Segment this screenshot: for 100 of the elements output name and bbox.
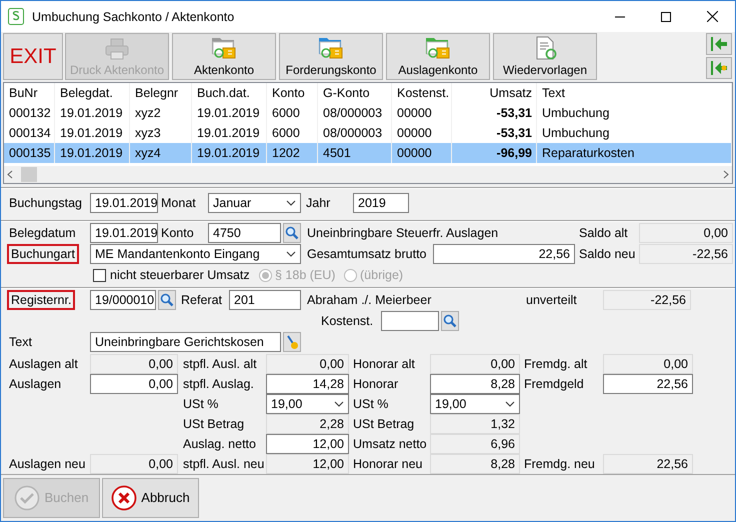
toolbar-button[interactable]: Auslagenkonto: [386, 33, 490, 80]
amount-field[interactable]: 22,56: [603, 374, 693, 394]
amount-field[interactable]: 0,00: [90, 374, 178, 394]
table-cell: Reparaturkosten: [537, 143, 732, 163]
field-label: Monat: [161, 196, 197, 210]
booking-type-select[interactable]: ME Mandantenkonto Eingang: [90, 244, 301, 264]
field-label: Fremdgeld: [523, 376, 585, 393]
chevron-icon: [286, 200, 296, 206]
field-label: Referat: [181, 293, 223, 308]
jump-start-button[interactable]: [706, 33, 732, 55]
table-cell: 00000: [392, 143, 452, 163]
close-icon: [111, 484, 138, 511]
field-label: Honorar alt: [352, 356, 416, 373]
field-label: stpfl. Ausl. alt: [182, 356, 258, 373]
field-label: Registernr.: [7, 290, 76, 310]
amount-field[interactable]: 22,56: [433, 244, 575, 264]
folder-euro-icon: [317, 35, 345, 61]
field-label: Belegdatum: [9, 226, 77, 240]
search-icon: [285, 226, 299, 240]
amount-field[interactable]: 14,28: [266, 374, 349, 394]
checkbox[interactable]: [93, 268, 106, 282]
horizontal-scrollbar[interactable]: [4, 166, 732, 183]
radio-label: § 18b (EU): [275, 268, 336, 282]
key-icon: [285, 334, 299, 350]
folder-euro-icon: [424, 35, 452, 61]
search-button[interactable]: [158, 290, 176, 310]
referat-field[interactable]: 201: [229, 290, 301, 310]
field-label: stpfl. Auslag.: [182, 376, 255, 393]
toolbar-button[interactable]: Forderungskonto: [279, 33, 383, 80]
app-icon: [8, 8, 24, 25]
folder-euro-icon: [210, 35, 238, 61]
chevron-icon: [286, 251, 296, 258]
field-label: Honorar neu: [352, 456, 424, 473]
search-button[interactable]: [283, 223, 301, 244]
field-label: Buchungart: [7, 244, 79, 264]
arrow-left-icon: [710, 36, 728, 52]
amount-display: 0,00: [90, 454, 178, 474]
search-button[interactable]: [441, 311, 459, 332]
account-field[interactable]: 4750: [208, 223, 281, 244]
toolbar-button[interactable]: Aktenkonto: [172, 33, 276, 80]
date-field[interactable]: 19.01.2019: [90, 193, 158, 214]
field-label: Text: [9, 335, 33, 350]
table-cell: 000135: [4, 143, 55, 163]
amount-display: 1,32: [430, 414, 520, 434]
exit-button[interactable]: EXIT: [3, 33, 63, 80]
scroll-thumb[interactable]: [21, 166, 37, 182]
radio-label: (übrige): [360, 268, 404, 282]
search-icon: [443, 314, 457, 328]
field-label: Auslagen alt: [9, 356, 79, 373]
amount-display: 6,96: [430, 434, 520, 454]
toolbar-button[interactable]: Wiedervorlagen: [493, 33, 597, 80]
field-label: Auslagen: [9, 376, 62, 393]
field-label: Gesamtumsatz brutto: [307, 247, 428, 262]
table-cell: 4501: [318, 143, 392, 163]
key-button[interactable]: [283, 332, 301, 352]
amount-display: 12,00: [266, 454, 349, 474]
field-label: stpfl. Ausl. neu: [182, 456, 266, 473]
printer-icon: [104, 37, 130, 61]
field-label: Auslagen neu: [9, 456, 86, 473]
checkbox-label: nicht steuerbarer Umsatz: [110, 268, 251, 282]
month-select[interactable]: Januar: [208, 193, 301, 214]
close-icon: [706, 11, 718, 22]
table-cell: 19.01.2019: [55, 143, 130, 163]
date-field[interactable]: 19.01.2019: [90, 223, 158, 244]
arrow-left-icon: [710, 60, 728, 76]
chevron-icon: [505, 400, 515, 407]
vat-select[interactable]: 19,00: [266, 394, 349, 414]
window-title: Umbuchung Sachkonto / Aktenkonto: [32, 10, 236, 24]
field-label: USt Betrag: [352, 416, 416, 433]
field-label: Fremdg. neu: [523, 456, 596, 473]
amount-display: 22,56: [603, 454, 693, 474]
amount-field[interactable]: 8,28: [430, 374, 520, 394]
balance-display: -22,56: [603, 290, 691, 310]
text-field[interactable]: Uneinbringbare Gerichtskosen: [90, 332, 281, 352]
balance-display: 0,00: [639, 223, 733, 244]
table-cell: -96,99: [452, 143, 537, 163]
amount-display: 0,00: [430, 354, 520, 374]
cancel-button[interactable]: Abbruch: [102, 478, 199, 518]
search-icon: [160, 293, 174, 308]
field-label: Jahr: [306, 196, 332, 210]
field-label: Buchungstag: [9, 196, 83, 210]
field-label: USt %: [182, 396, 220, 413]
register-field[interactable]: 19/000010: [90, 290, 156, 310]
maximize-icon: [661, 12, 671, 22]
scroll-right-icon: [723, 170, 729, 179]
jump-back-button[interactable]: [706, 57, 732, 79]
field-label: Konto: [161, 226, 195, 240]
field-label: USt Betrag: [182, 416, 246, 433]
year-field[interactable]: 2019: [353, 193, 409, 214]
field-label: Honorar: [352, 376, 400, 393]
vat-select[interactable]: 19,00: [430, 394, 520, 414]
field-label: unverteilt: [526, 293, 578, 308]
table-row[interactable]: 000135 19.01.2019 xyz4 19.01.2019 1202 4501 00000 -96,99 Reparaturkosten: [4, 143, 732, 163]
cost-center-field[interactable]: [381, 311, 439, 332]
amount-display: 0,00: [603, 354, 693, 374]
chevron-icon: [334, 400, 344, 407]
table-cell: 1202: [267, 143, 318, 163]
amount-field[interactable]: 12,00: [266, 434, 349, 454]
field-label: Umsatz netto: [352, 436, 428, 453]
balance-display: -22,56: [639, 244, 733, 264]
